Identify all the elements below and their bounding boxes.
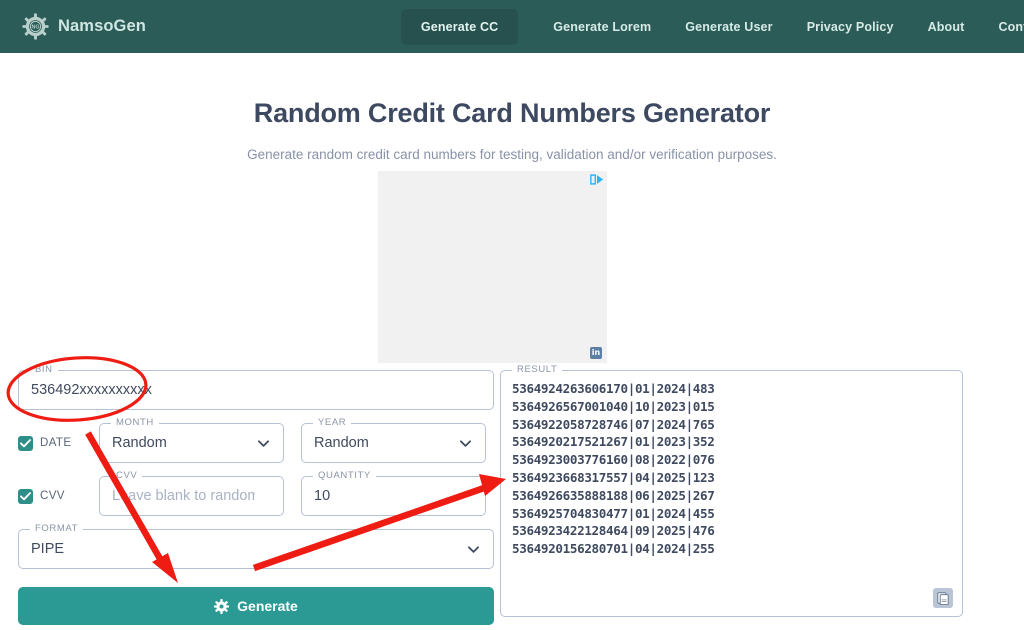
nav-item-privacy-policy[interactable]: Privacy Policy [790, 10, 911, 44]
date-row: DATE MONTH Random YEAR Random [18, 417, 494, 463]
gear-icon: NG [22, 13, 49, 40]
result-line: 5364922058728746|07|2024|765 [512, 416, 715, 432]
month-value: Random [112, 435, 167, 451]
result-line: 5364925704830477|01|2024|455 [512, 505, 715, 521]
month-select[interactable]: MONTH Random [99, 417, 284, 463]
date-checkbox[interactable] [18, 435, 33, 451]
date-checkbox-wrap[interactable]: DATE [18, 435, 82, 451]
chevron-down-icon[interactable] [459, 437, 472, 450]
copy-result-button[interactable] [933, 588, 953, 608]
cvv-field[interactable]: CVV [99, 470, 284, 516]
generator-form: BIN DATE MONTH Random YEAR [18, 364, 494, 625]
result-line: 5364923668317557|04|2025|123 [512, 469, 715, 485]
svg-text:NG: NG [31, 25, 39, 31]
check-icon [20, 438, 31, 447]
copy-document-icon [937, 591, 949, 605]
result-lines[interactable]: 5364924263606170|01|2024|483 53649265670… [512, 380, 952, 608]
cvv-input[interactable] [112, 477, 255, 515]
generate-button[interactable]: Generate [18, 587, 494, 625]
result-box[interactable]: RESULT 5364924263606170|01|2024|483 5364… [500, 364, 963, 617]
year-value: Random [314, 435, 369, 451]
quantity-input[interactable] [314, 477, 457, 515]
advertisement-placeholder[interactable]: in [378, 171, 607, 363]
date-checkbox-label: DATE [40, 437, 72, 449]
cvv-checkbox-wrap[interactable]: CVV [18, 488, 82, 504]
page-root: NG NamsoGen Generate CC Generate Lorem G… [0, 0, 1024, 630]
result-line: 5364924263606170|01|2024|483 [512, 381, 715, 396]
result-line: 5364920156280701|04|2024|255 [512, 541, 715, 557]
top-navbar: NG NamsoGen Generate CC Generate Lorem G… [0, 0, 1024, 53]
adchoices-icon[interactable] [590, 174, 604, 185]
linkedin-icon[interactable]: in [590, 347, 602, 359]
gear-icon [214, 598, 230, 614]
result-column: RESULT 5364924263606170|01|2024|483 5364… [500, 364, 963, 617]
quantity-field[interactable]: QUANTITY [301, 470, 486, 516]
page-subtitle: Generate random credit card numbers for … [247, 147, 777, 162]
check-icon [20, 491, 31, 500]
bin-input[interactable] [31, 371, 465, 409]
result-line: 5364923422128464|09|2025|476 [512, 523, 715, 539]
chevron-down-icon[interactable] [467, 543, 480, 556]
nav-item-generate-cc[interactable]: Generate CC [400, 8, 519, 45]
year-select[interactable]: YEAR Random [301, 417, 486, 463]
cvv-row: CVV CVV QUANTITY [18, 470, 494, 516]
nav-item-generate-lorem[interactable]: Generate Lorem [536, 10, 668, 44]
cvv-checkbox-label: CVV [40, 490, 65, 502]
format-row: FORMAT PIPE [18, 523, 494, 569]
result-line: 5364920217521267|01|2023|352 [512, 434, 715, 450]
result-line: 5364926567001040|10|2023|015 [512, 398, 715, 414]
result-line: 5364923003776160|08|2022|076 [512, 452, 715, 468]
brand-name: NamsoGen [58, 17, 146, 35]
page-title: Random Credit Card Numbers Generator [253, 98, 771, 128]
bin-field[interactable]: BIN [18, 364, 494, 410]
nav-item-contact[interactable]: Contact [981, 10, 1024, 44]
nav-links: Generate CC Generate Lorem Generate User… [400, 8, 1024, 45]
nav-item-generate-user[interactable]: Generate User [668, 10, 789, 44]
result-line: 5364926635888188|06|2025|267 [512, 487, 715, 503]
format-value: PIPE [31, 541, 65, 557]
nav-item-about[interactable]: About [911, 10, 982, 44]
generate-button-label: Generate [237, 598, 298, 614]
format-select[interactable]: FORMAT PIPE [18, 523, 494, 569]
cvv-checkbox[interactable] [18, 488, 33, 504]
result-label: RESULT [512, 364, 563, 375]
brand-logo[interactable]: NG NamsoGen [22, 13, 146, 40]
hero-section: Random Credit Card Numbers Generator Gen… [0, 53, 1024, 162]
chevron-down-icon[interactable] [257, 437, 270, 450]
